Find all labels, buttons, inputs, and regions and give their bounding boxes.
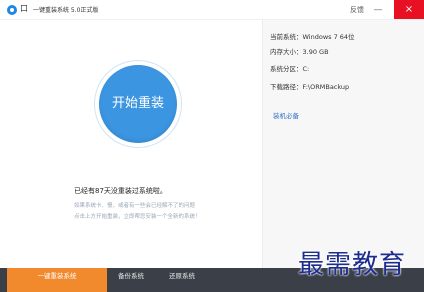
current-os-row: 当前系统：Windows 7 64位	[270, 31, 355, 41]
download-path-value: F:\ORMBackup	[302, 83, 350, 91]
current-os-value: Windows 7 64位	[302, 33, 355, 41]
download-path-row: 下载路径：F:\ORMBackup	[270, 81, 349, 91]
tab-backup-system[interactable]: 备份系统	[107, 268, 155, 292]
memory-size-label: 内存大小：	[270, 48, 303, 56]
title-bar: 口 一键重装系统 5.0正式版 反馈 — ×	[0, 0, 424, 20]
reinstall-status-text: 已经有87天没重装过系统啦。	[74, 187, 167, 195]
close-button[interactable]: ×	[394, 0, 424, 19]
memory-size-value: 3.90 GB	[302, 48, 329, 56]
start-reinstall-button[interactable]: 开始重装	[99, 65, 177, 143]
app-title: 一键重装系统 5.0正式版	[33, 7, 99, 14]
memory-size-row: 内存大小：3.90 GB	[270, 46, 329, 56]
tip-text-2: 点击上方开始重装，立即帮您安装一个全新的系统！	[74, 214, 201, 220]
tab-restore-system[interactable]: 还原系统	[157, 268, 207, 292]
minimize-button[interactable]: —	[370, 2, 386, 18]
system-partition-value: C:	[302, 65, 310, 73]
tab-one-click-reinstall[interactable]: 一键重装系统	[7, 268, 107, 292]
essentials-link[interactable]: 装机必备	[273, 110, 299, 120]
system-partition-row: 系统分区：C:	[270, 63, 309, 73]
app-logo-mark: 口	[20, 4, 28, 13]
watermark-text: 最需教育	[298, 250, 407, 280]
current-os-label: 当前系统：	[270, 33, 303, 41]
feedback-link[interactable]: 反馈	[350, 5, 364, 15]
download-path-label: 下载路径：	[270, 83, 303, 91]
system-partition-label: 系统分区：	[270, 65, 303, 73]
system-info-panel	[262, 20, 424, 268]
app-logo-icon	[7, 5, 17, 15]
tip-text-1: 如果系统卡、慢，或者有一些会已经解不了的问题	[74, 203, 196, 209]
